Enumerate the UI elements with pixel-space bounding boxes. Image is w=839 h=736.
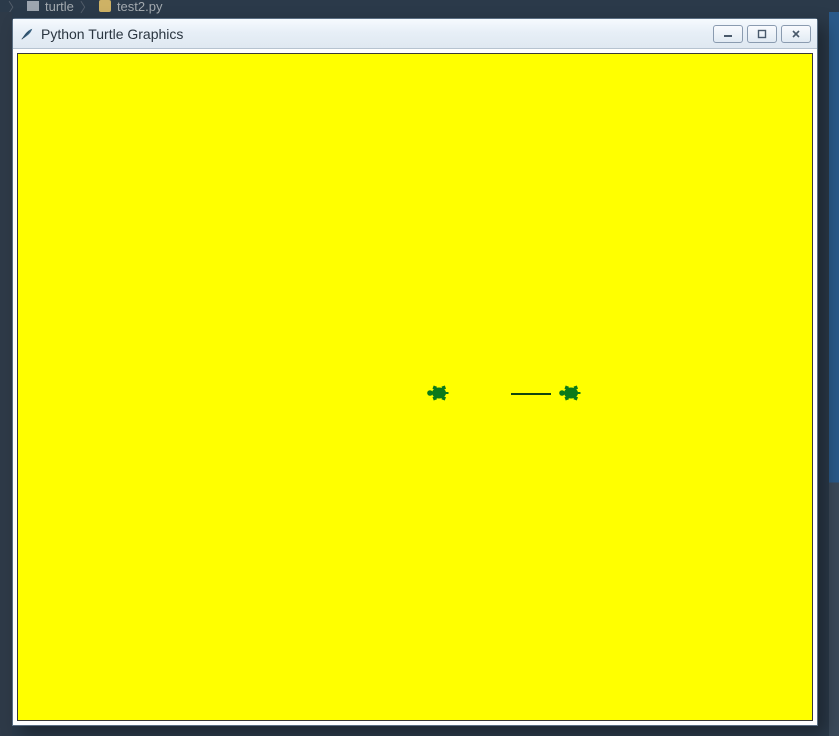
drawn-line [511, 393, 551, 395]
window-controls [713, 25, 811, 43]
ide-right-strip [829, 12, 839, 736]
canvas-area [13, 49, 817, 725]
feather-icon [19, 26, 35, 42]
maximize-button[interactable] [747, 25, 777, 43]
ide-side-strip [0, 12, 12, 736]
turtle-2 [558, 384, 582, 402]
breadcrumb: 〉 turtle 〉 test2.py [0, 0, 839, 12]
breadcrumb-file[interactable]: test2.py [117, 0, 163, 14]
minimize-button[interactable] [713, 25, 743, 43]
turtle-1 [426, 384, 450, 402]
turtle-canvas[interactable] [17, 53, 813, 721]
window-title: Python Turtle Graphics [41, 26, 713, 42]
close-button[interactable] [781, 25, 811, 43]
python-file-icon [99, 0, 111, 12]
breadcrumb-folder[interactable]: turtle [45, 0, 74, 14]
breadcrumb-sep: 〉 [80, 0, 93, 16]
folder-icon [27, 1, 39, 11]
turtle-window: Python Turtle Graphics [12, 18, 818, 726]
titlebar[interactable]: Python Turtle Graphics [13, 19, 817, 49]
